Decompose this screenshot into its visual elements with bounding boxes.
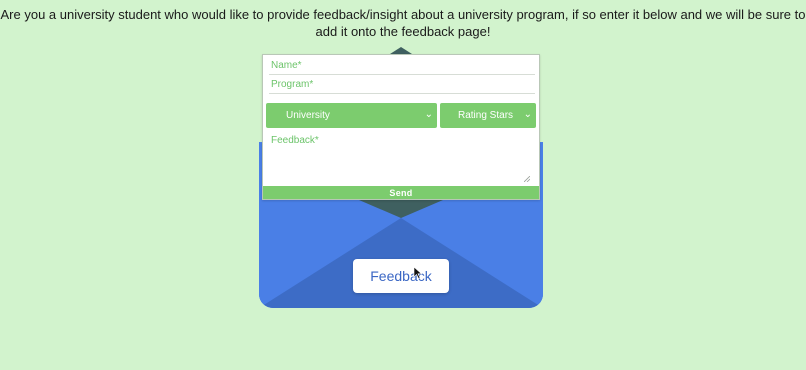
rating-select-label: Rating Stars <box>458 110 514 121</box>
university-select[interactable]: University ⌄ <box>266 103 437 128</box>
university-select-label: University <box>286 110 330 121</box>
name-input[interactable] <box>269 57 535 75</box>
intro-text: Are you a university student who would l… <box>0 7 806 39</box>
feedback-textarea[interactable] <box>269 133 534 185</box>
feedback-form: University ⌄ Rating Stars ⌄ Send <box>262 54 540 200</box>
feedback-toggle-button[interactable]: Feedback <box>353 259 449 293</box>
rating-stars-select[interactable]: Rating Stars ⌄ <box>440 103 536 128</box>
chevron-down-icon: ⌄ <box>523 109 532 120</box>
resize-grip-icon[interactable] <box>524 176 530 182</box>
chevron-down-icon: ⌄ <box>424 109 433 120</box>
program-input[interactable] <box>269 76 535 94</box>
mouse-pointer-icon <box>413 266 423 279</box>
feedback-page: Are you a university student who would l… <box>0 0 806 370</box>
send-button[interactable]: Send <box>263 186 539 199</box>
